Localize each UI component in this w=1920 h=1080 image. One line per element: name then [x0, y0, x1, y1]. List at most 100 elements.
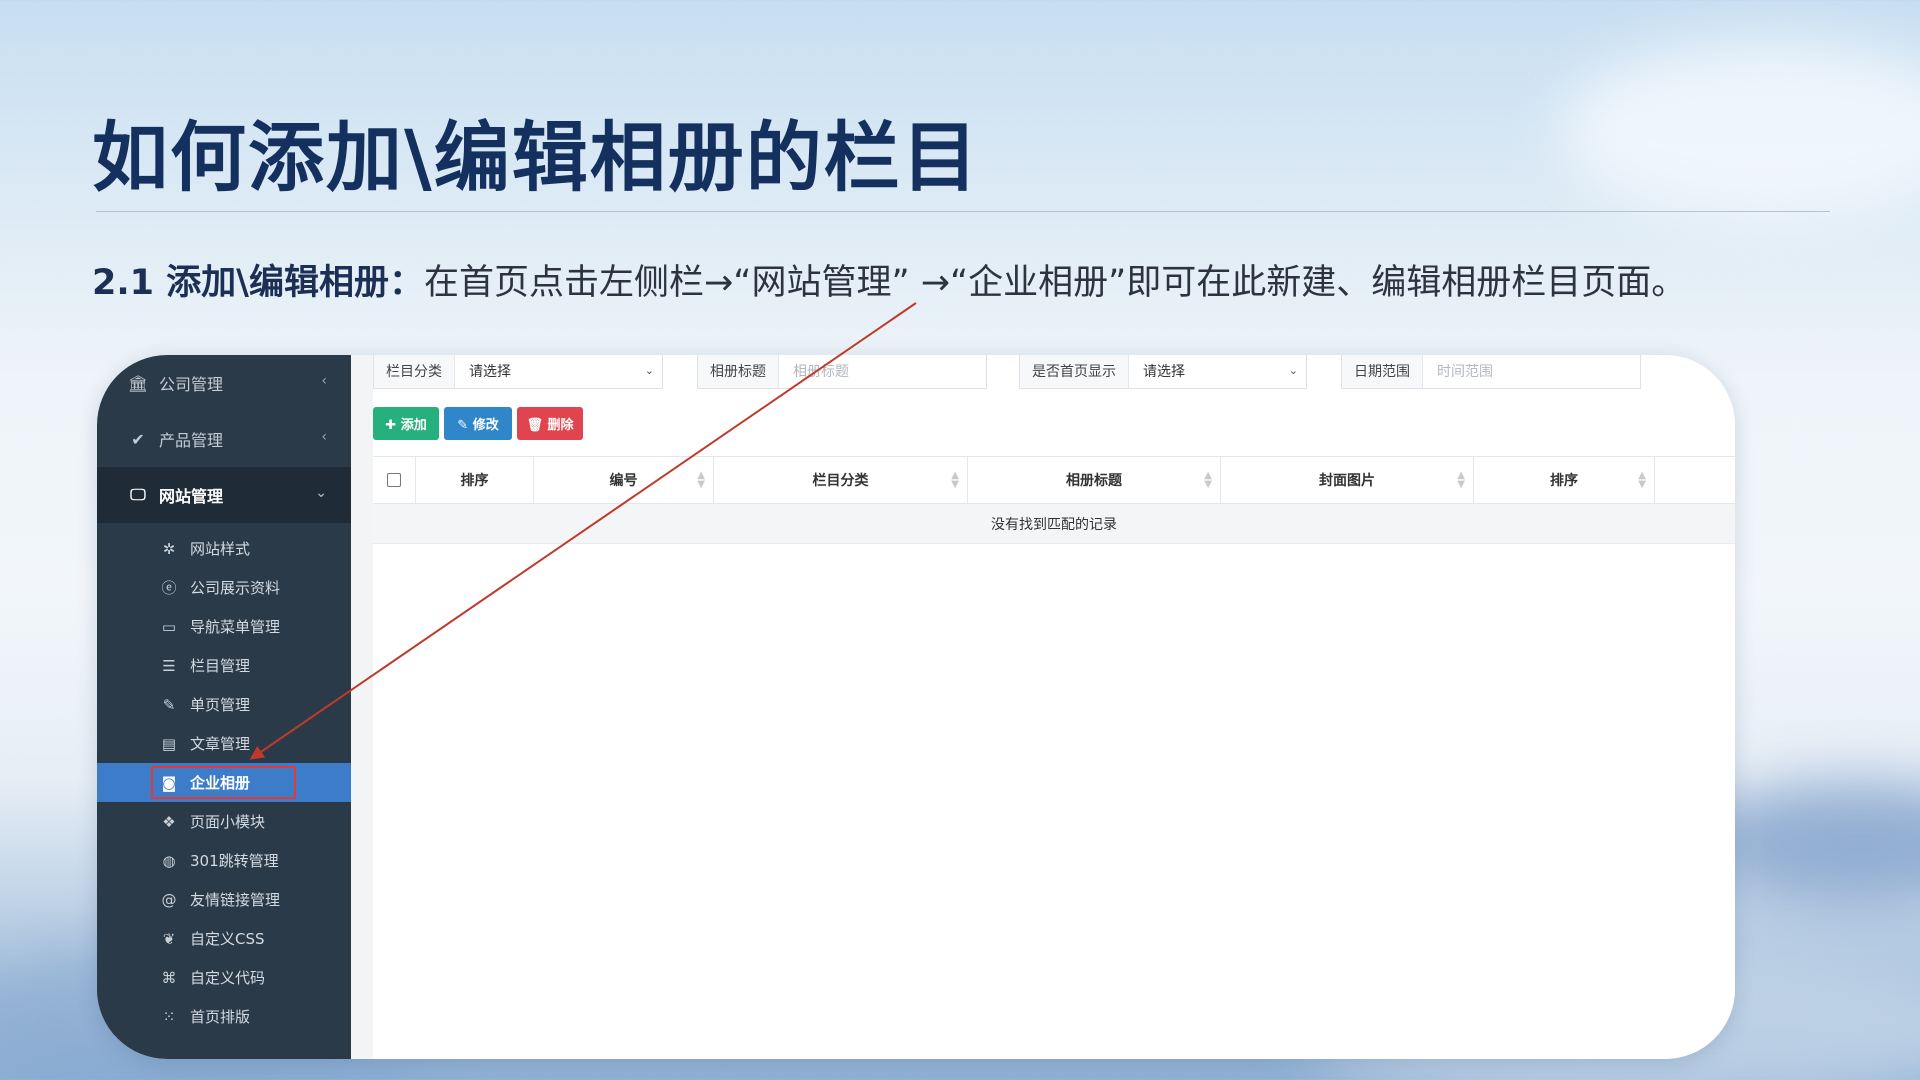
grid-icon: ⁙: [162, 1007, 176, 1026]
ie-icon: ⓔ: [161, 579, 177, 597]
monitor-icon: 🖵: [130, 485, 146, 504]
sidebar-item-articles[interactable]: ▤ 文章管理: [97, 724, 351, 763]
sidebar-item-website[interactable]: 🖵 网站管理 ⌄: [97, 467, 351, 523]
sidebar-item-label: 网站样式: [190, 540, 251, 558]
album-title-filter-label: 相册标题: [698, 355, 779, 388]
sidebar-item-nav-menu[interactable]: ▭ 导航菜单管理: [97, 607, 351, 646]
column-label: 封面图片: [1319, 473, 1375, 489]
wrench-icon: ✔: [131, 429, 145, 449]
desktop-icon: ▭: [161, 617, 177, 636]
add-button[interactable]: ✚ 添加: [373, 407, 439, 440]
sidebar-item-label: 产品管理: [159, 431, 224, 450]
column-header-album-title[interactable]: 相册标题 ▲ ▼: [968, 457, 1221, 503]
sidebar-item-label: 首页排版: [190, 1008, 251, 1026]
category-filter[interactable]: 栏目分类 请选择 ⌄: [373, 355, 663, 389]
empty-table-message: 没有找到匹配的记录: [373, 504, 1735, 544]
table-header: 排序 编号 ▲ ▼ 栏目分类 ▲ ▼ 相册标题 ▲ ▼ 封面图片 ▲ ▼ 排序 ▲ ▼: [373, 456, 1735, 504]
sidebar-item-company[interactable]: 🏛 公司管理 ‹: [97, 355, 351, 411]
date-range-filter[interactable]: 日期范围 时间范围: [1341, 355, 1641, 389]
sort-icon: ▲ ▼: [1204, 470, 1212, 490]
column-label: 编号: [609, 473, 638, 489]
sidebar-item-label: 栏目管理: [190, 657, 251, 675]
column-header-order[interactable]: 排序 ▲ ▼: [1474, 457, 1655, 503]
chevron-left-icon: ‹: [321, 373, 327, 389]
sidebar-item-label: 文章管理: [190, 735, 251, 753]
sidebar-item-single-page[interactable]: ✎ 单页管理: [97, 685, 351, 724]
chevron-down-icon: ⌄: [315, 485, 327, 501]
sidebar-item-redirects[interactable]: ◍ 301跳转管理: [97, 841, 351, 880]
sort-icon: ▲ ▼: [697, 470, 705, 490]
at-icon: @: [161, 890, 177, 909]
category-select[interactable]: 请选择 ⌄: [455, 355, 662, 388]
edit-icon: ✎: [162, 695, 176, 714]
album-table: 排序 编号 ▲ ▼ 栏目分类 ▲ ▼ 相册标题 ▲ ▼ 封面图片 ▲ ▼ 排序 ▲ ▼ 没有找到匹配…: [373, 456, 1735, 544]
column-label: 栏目分类: [812, 473, 869, 489]
chevron-down-icon: ⌄: [1288, 364, 1298, 377]
globe-icon: ◍: [162, 851, 176, 870]
date-range-label: 日期范围: [1342, 355, 1423, 388]
slide-subtitle: 2.1 添加\编辑相册：在首页点击左侧栏→“网站管理” →“企业相册”即可在此新…: [92, 254, 1686, 305]
sidebar-item-page-modules[interactable]: ❖ 页面小模块: [97, 802, 351, 841]
sidebar-item-products[interactable]: ✔ 产品管理 ‹: [97, 411, 351, 467]
sidebar-item-label: 页面小模块: [190, 813, 266, 831]
category-filter-label: 栏目分类: [374, 355, 455, 388]
subtitle-description: 在首页点击左侧栏→“网站管理” →“企业相册”即可在此新建、编辑相册栏目页面。: [423, 263, 1687, 303]
sidebar-item-albums[interactable]: ◙ 企业相册: [97, 763, 351, 802]
album-title-filter[interactable]: 相册标题 相册标题: [697, 355, 987, 389]
column-header-category[interactable]: 栏目分类 ▲ ▼: [714, 457, 968, 503]
column-label: 相册标题: [1066, 473, 1122, 489]
chevron-down-icon: ⌄: [644, 364, 654, 377]
sidebar-item-custom-css[interactable]: ❦ 自定义CSS: [97, 919, 351, 958]
sidebar-item-label: 公司展示资料: [190, 579, 281, 597]
content-gutter: [351, 355, 373, 1059]
leaf-icon: ❦: [162, 929, 176, 948]
select-all-checkbox[interactable]: [387, 473, 401, 487]
main-content: 栏目分类 请选择 ⌄ 相册标题 相册标题 是否首页显示 请选择 ⌄ 日期范围 时间范…: [351, 355, 1735, 1059]
slide-title: 如何添加\编辑相册的栏目: [92, 113, 980, 202]
sidebar-item-label: 自定义CSS: [190, 930, 265, 948]
edit-button[interactable]: ✎ 修改: [444, 407, 512, 440]
sidebar-item-company-info[interactable]: ⓔ 公司展示资料: [97, 568, 351, 607]
column-label: 排序: [1550, 473, 1578, 489]
select-all-cell: [373, 457, 416, 503]
sort-icon: ▲ ▼: [951, 470, 959, 490]
subtitle-lead: 2.1 添加\编辑相册：: [92, 263, 424, 303]
sidebar-item-label: 301跳转管理: [190, 852, 279, 870]
sidebar: 🏛 公司管理 ‹ ✔ 产品管理 ‹ 🖵 网站管理 ⌄ ✲ 网站样式 ⓔ 公司展示资料…: [97, 355, 351, 1059]
delete-button[interactable]: 🗑 删除: [517, 407, 583, 440]
sidebar-item-links[interactable]: @ 友情链接管理: [97, 880, 351, 919]
homepage-filter-label: 是否首页显示: [1020, 355, 1129, 388]
homepage-select-value: 请选择: [1143, 364, 1185, 380]
date-range-input[interactable]: 时间范围: [1423, 355, 1640, 388]
column-label: 排序: [460, 473, 489, 489]
album-title-input[interactable]: 相册标题: [779, 355, 986, 388]
category-select-value: 请选择: [469, 364, 511, 380]
sidebar-item-label: 导航菜单管理: [190, 618, 281, 636]
sidebar-item-home-layout[interactable]: ⁙ 首页排版: [97, 997, 351, 1036]
column-header-cover[interactable]: 封面图片 ▲ ▼: [1221, 457, 1474, 503]
title-divider: [96, 211, 1830, 212]
bank-icon: 🏛: [127, 373, 149, 393]
sidebar-item-columns[interactable]: ☰ 栏目管理: [97, 646, 351, 685]
sort-icon: ▲ ▼: [1457, 470, 1465, 490]
newspaper-icon: ▤: [161, 734, 177, 753]
sidebar-item-label: 公司管理: [159, 375, 224, 394]
sidebar-item-custom-code[interactable]: ⌘ 自定义代码: [97, 958, 351, 997]
column-header-sort[interactable]: 排序: [416, 457, 534, 503]
chevron-left-icon: ‹: [321, 429, 327, 445]
column-header-id[interactable]: 编号 ▲ ▼: [534, 457, 714, 503]
spinner-icon: ✲: [162, 539, 176, 558]
sidebar-item-label: 单页管理: [190, 696, 251, 714]
website-submenu: ✲ 网站样式 ⓔ 公司展示资料 ▭ 导航菜单管理 ☰ 栏目管理 ✎ 单页管理 ▤ 文章管理 …: [97, 523, 351, 1036]
sidebar-item-label: 网站管理: [159, 487, 224, 506]
list-icon: ☰: [162, 656, 176, 675]
admin-screenshot: 🏛 公司管理 ‹ ✔ 产品管理 ‹ 🖵 网站管理 ⌄ ✲ 网站样式 ⓔ 公司展示资料…: [97, 355, 1735, 1059]
sidebar-item-site-style[interactable]: ✲ 网站样式: [97, 529, 351, 568]
code-file-icon: ⌘: [161, 968, 177, 987]
cubes-icon: ❖: [162, 812, 176, 831]
sidebar-item-label: 友情链接管理: [190, 891, 281, 909]
homepage-select[interactable]: 请选择 ⌄: [1129, 355, 1306, 388]
homepage-filter[interactable]: 是否首页显示 请选择 ⌄: [1019, 355, 1307, 389]
annotation-highlight-box: [151, 766, 296, 799]
sort-icon: ▲ ▼: [1638, 470, 1646, 490]
